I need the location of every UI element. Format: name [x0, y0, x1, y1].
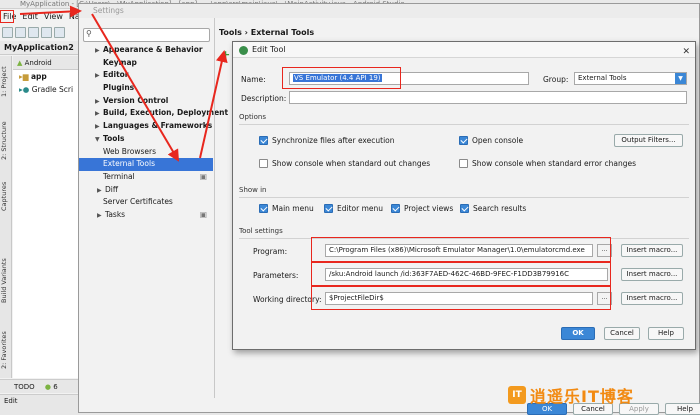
- arrow-to-settings: [19, 5, 82, 18]
- watermark-logo: IT: [508, 386, 526, 404]
- annotation-arrows: [19, 5, 228, 162]
- watermark: IT 逍遥乐IT博客: [508, 383, 634, 407]
- arrow-to-external-tools: [91, 13, 180, 162]
- arrow-to-add-button: [199, 50, 228, 159]
- watermark-text: 逍遥乐IT博客: [530, 387, 634, 406]
